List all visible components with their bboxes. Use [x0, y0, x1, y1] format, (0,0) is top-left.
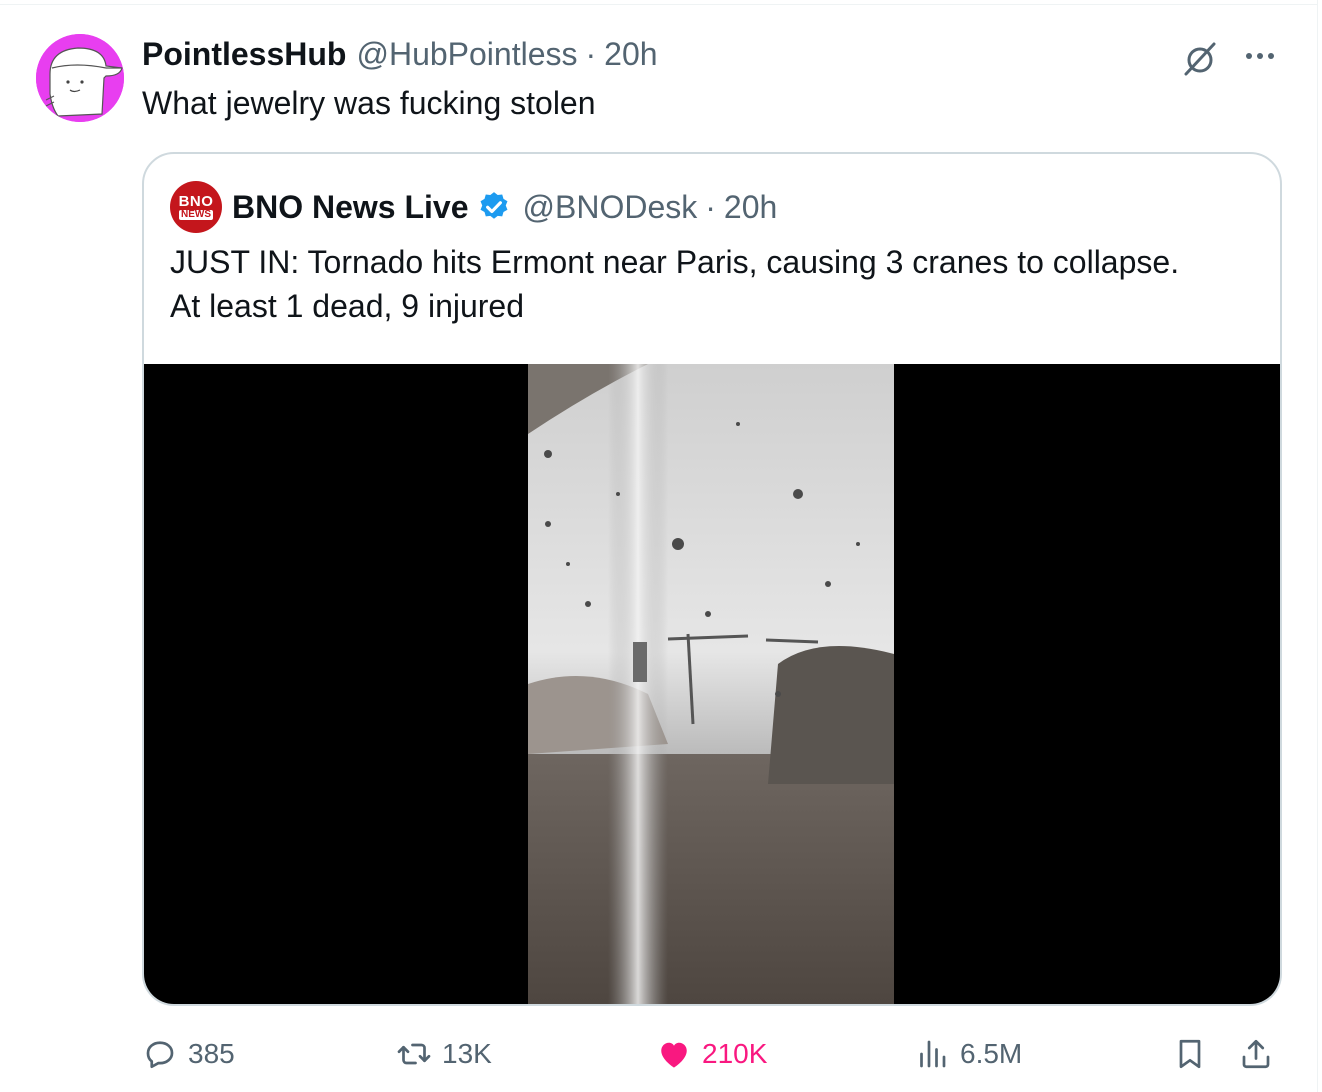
like-count: 210K [702, 1038, 768, 1069]
logo-text-top: BNO [178, 193, 214, 210]
quoted-author-handle[interactable]: @BNODesk [523, 189, 698, 226]
video-thumbnail [528, 364, 894, 1004]
reply-button[interactable]: 385 [142, 1032, 235, 1076]
views-count: 6.5M [960, 1038, 1023, 1069]
post-header: PointlessHub @HubPointless · 20h [142, 34, 658, 74]
more-options-icon[interactable] [1240, 38, 1280, 78]
quoted-post-header: BNO NEWS BNO News Live @BNODesk · 20h [170, 181, 777, 233]
video-player[interactable] [144, 364, 1280, 1004]
bookmark-icon [1179, 1039, 1201, 1069]
bno-news-logo[interactable]: BNO NEWS [170, 181, 222, 233]
verified-badge-icon [480, 192, 507, 219]
views-button[interactable]: 6.5M [914, 1032, 1022, 1076]
repost-count: 13K [442, 1038, 492, 1069]
quoted-post-card[interactable]: BNO NEWS BNO News Live @BNODesk · 20h JU… [142, 152, 1282, 1006]
logo-text-bottom: NEWS [179, 209, 213, 220]
quoted-post-text: JUST IN: Tornado hits Ermont near Paris,… [170, 240, 1179, 328]
quoted-text-line-1: JUST IN: Tornado hits Ermont near Paris,… [170, 244, 1180, 280]
quoted-post-timestamp[interactable]: 20h [724, 189, 777, 226]
quoted-author-name[interactable]: BNO News Live [232, 189, 469, 226]
author-name[interactable]: PointlessHub [142, 36, 346, 73]
separator-dot: · [705, 188, 716, 225]
post-timestamp[interactable]: 20h [604, 36, 657, 73]
repost-icon [397, 1043, 431, 1065]
author-handle[interactable]: @HubPointless [356, 36, 577, 73]
top-divider [0, 4, 1318, 5]
separator-dot: · [585, 35, 597, 72]
like-button[interactable]: 210K [656, 1032, 767, 1076]
grok-icon[interactable] [1180, 38, 1220, 78]
views-icon [920, 1040, 946, 1068]
author-avatar[interactable] [36, 34, 124, 122]
reply-count: 385 [188, 1038, 235, 1069]
bookmark-button[interactable] [1172, 1032, 1212, 1076]
like-icon [661, 1042, 687, 1068]
action-bar: 385 13K 210K 6.5M [142, 1032, 1282, 1076]
share-icon [1242, 1039, 1270, 1069]
quoted-text-line-2: At least 1 dead, 9 injured [170, 288, 525, 324]
post-text: What jewelry was fucking stolen [142, 85, 596, 121]
reply-icon [146, 1041, 174, 1069]
share-button[interactable] [1238, 1032, 1278, 1076]
right-divider [1317, 0, 1318, 1092]
repost-button[interactable]: 13K [396, 1032, 492, 1076]
